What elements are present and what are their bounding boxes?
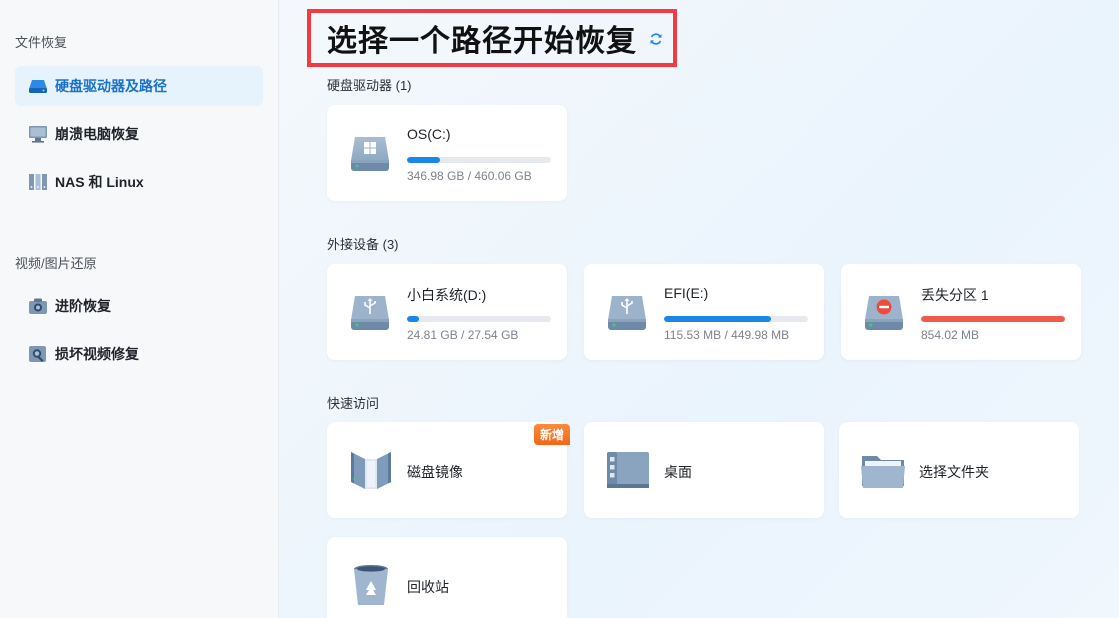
drive-icon xyxy=(27,76,49,96)
drive-size: 346.98 GB / 460.06 GB xyxy=(407,169,532,183)
drive-card-d[interactable]: 小白系统(D:) 24.81 GB / 27.54 GB xyxy=(327,264,567,360)
video-repair-icon xyxy=(27,344,49,364)
page-title: 选择一个路径开始恢复 xyxy=(327,25,637,58)
refresh-icon[interactable] xyxy=(649,32,663,46)
drive-card-lost-partition[interactable]: 丢失分区 1 854.02 MB xyxy=(841,264,1081,360)
lost-partition-icon xyxy=(863,292,905,332)
drive-name: OS(C:) xyxy=(407,126,451,142)
drive-usage-bar xyxy=(664,316,808,322)
external-devices-label: 外接设备 (3) xyxy=(327,237,399,252)
sidebar-item-label: 进阶恢复 xyxy=(55,298,111,314)
quick-access-name: 磁盘镜像 xyxy=(407,464,463,480)
desktop-icon xyxy=(604,446,652,494)
recycle-bin-icon xyxy=(347,561,395,609)
sidebar: 文件恢复 硬盘驱动器及路径 崩溃电脑恢复 NAS 和 Linux 视频/图片还原… xyxy=(0,0,279,618)
drive-card-e[interactable]: EFI(E:) 115.53 MB / 449.98 MB xyxy=(584,264,824,360)
usb-drive-icon xyxy=(349,292,391,332)
windows-drive-icon xyxy=(349,133,391,173)
drive-name: EFI(E:) xyxy=(664,285,709,301)
quick-access-recycle-bin[interactable]: 回收站 xyxy=(327,537,567,618)
sidebar-item-crashed-pc[interactable]: 崩溃电脑恢复 xyxy=(15,114,263,154)
drive-size: 24.81 GB / 27.54 GB xyxy=(407,328,519,342)
hard-drives-label: 硬盘驱动器 (1) xyxy=(327,78,412,93)
drive-usage-bar xyxy=(407,157,551,163)
drive-usage-fill xyxy=(921,316,1065,322)
drive-name: 丢失分区 1 xyxy=(921,287,989,303)
sidebar-item-nas-linux[interactable]: NAS 和 Linux xyxy=(15,162,263,202)
sidebar-item-hard-drives[interactable]: 硬盘驱动器及路径 xyxy=(15,66,263,106)
section-file-recovery: 文件恢复 xyxy=(15,35,68,50)
sidebar-item-label: NAS 和 Linux xyxy=(55,174,144,190)
sidebar-item-label: 崩溃电脑恢复 xyxy=(55,126,139,142)
monitor-icon xyxy=(27,124,49,144)
usb-drive-icon xyxy=(606,292,648,332)
quick-access-name: 选择文件夹 xyxy=(919,464,989,480)
sidebar-item-label: 硬盘驱动器及路径 xyxy=(55,78,167,94)
drive-usage-bar xyxy=(407,316,551,322)
drive-usage-fill xyxy=(407,157,441,163)
disk-image-icon xyxy=(347,446,395,494)
quick-access-name: 桌面 xyxy=(664,464,692,480)
drive-usage-fill xyxy=(664,316,771,322)
sidebar-item-video-repair[interactable]: 损坏视频修复 xyxy=(15,334,263,374)
nas-icon xyxy=(27,172,49,192)
drive-name: 小白系统(D:) xyxy=(407,287,487,303)
quick-access-desktop[interactable]: 桌面 xyxy=(584,422,824,518)
quick-access-select-folder[interactable]: 选择文件夹 xyxy=(839,422,1079,518)
drive-size: 854.02 MB xyxy=(921,328,980,342)
folder-icon xyxy=(859,446,907,494)
sidebar-item-label: 损坏视频修复 xyxy=(55,346,139,362)
page-title-highlight: 选择一个路径开始恢复 xyxy=(307,9,677,67)
new-badge: 新增 xyxy=(533,424,570,445)
section-media-recovery: 视频/图片还原 xyxy=(15,256,97,271)
quick-access-label: 快速访问 xyxy=(327,396,380,411)
drive-card-c[interactable]: OS(C:) 346.98 GB / 460.06 GB xyxy=(327,105,567,201)
sidebar-item-advanced-recovery[interactable]: 进阶恢复 xyxy=(15,286,263,326)
drive-usage-fill xyxy=(407,316,419,322)
quick-access-disk-image[interactable]: 磁盘镜像 新增 xyxy=(327,422,570,518)
quick-access-name: 回收站 xyxy=(407,579,449,595)
drive-usage-bar xyxy=(921,316,1065,322)
camera-icon xyxy=(27,296,49,316)
drive-size: 115.53 MB / 449.98 MB xyxy=(664,328,790,342)
